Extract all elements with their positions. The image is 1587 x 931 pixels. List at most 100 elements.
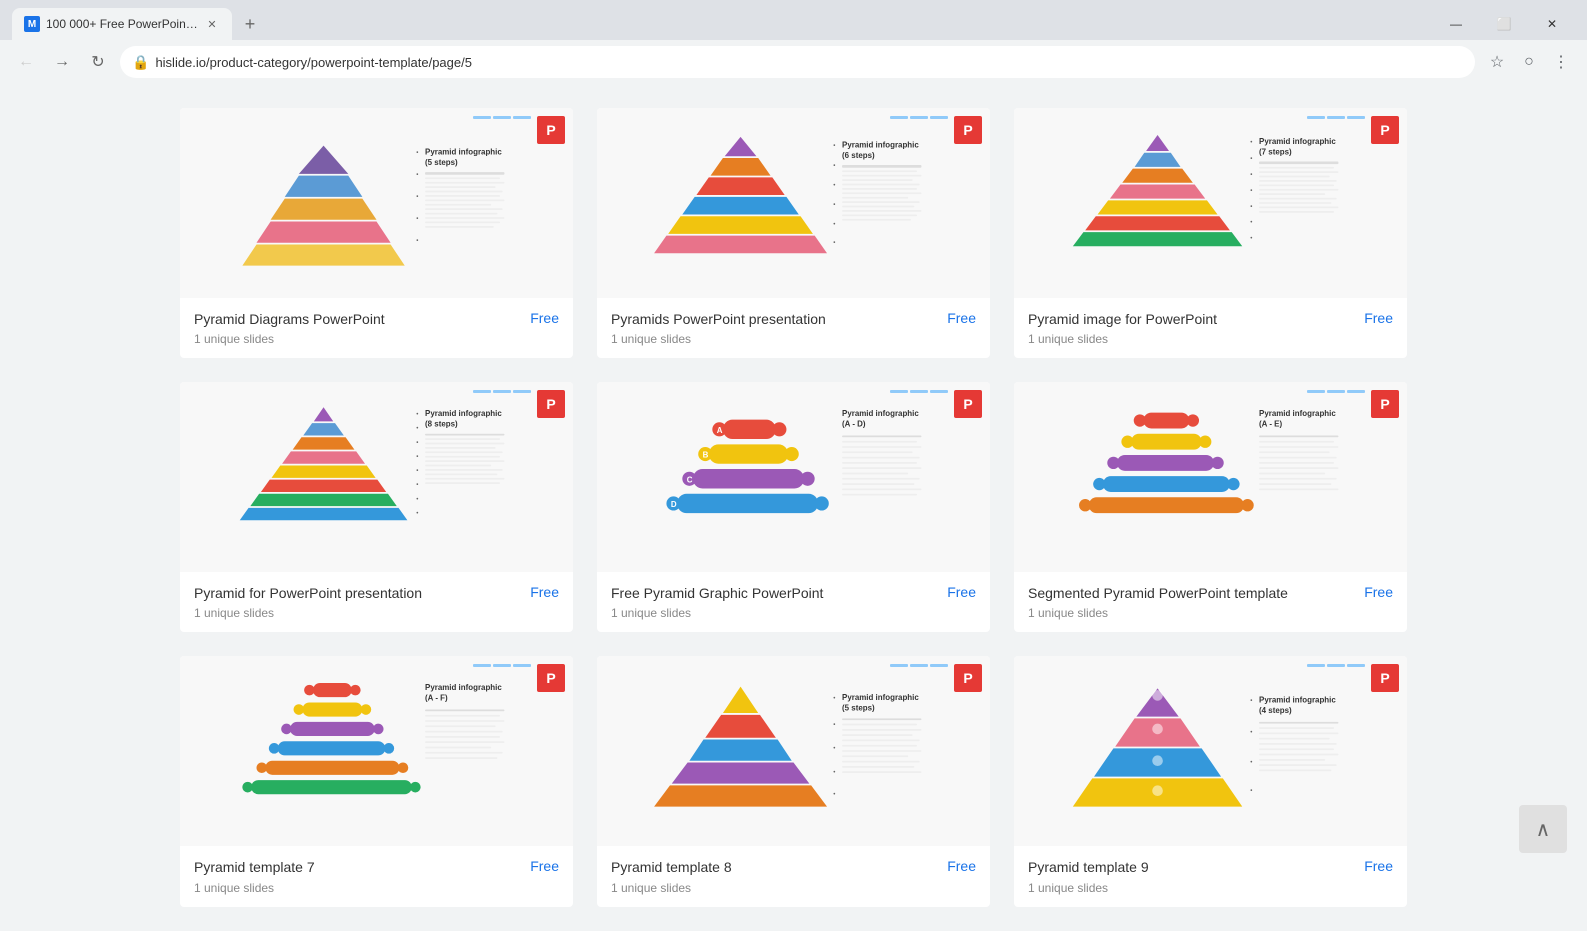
- product-card-2[interactable]: P • • • • • • Pyramid infographic (6 ste…: [597, 108, 990, 358]
- svg-text:•: •: [833, 745, 835, 752]
- reload-button[interactable]: ↻: [84, 48, 112, 76]
- scroll-to-top-button[interactable]: ∧: [1519, 805, 1567, 853]
- svg-text:•: •: [1250, 698, 1252, 705]
- product-grid: P • • • • •: [180, 108, 1407, 907]
- slide-indicator: [473, 116, 531, 119]
- svg-text:•: •: [833, 202, 835, 209]
- card-free-label: Free: [1364, 310, 1393, 326]
- card-info: Pyramid for PowerPoint presentation Free…: [180, 572, 573, 632]
- card-slides: 1 unique slides: [611, 881, 976, 895]
- svg-text:•: •: [416, 496, 418, 503]
- svg-text:(A - F): (A - F): [425, 694, 448, 703]
- card-info: Pyramids PowerPoint presentation Free 1 …: [597, 298, 990, 358]
- svg-text:C: C: [687, 475, 693, 484]
- card-title-row: Pyramid Diagrams PowerPoint Free: [194, 310, 559, 328]
- slide-preview: • • • • • Pyramid infographic (5 steps): [180, 108, 573, 298]
- new-tab-button[interactable]: +: [236, 10, 264, 38]
- svg-text:(8 steps): (8 steps): [425, 420, 458, 429]
- url-text: hislide.io/product-category/powerpoint-t…: [155, 55, 472, 70]
- card-info: Pyramid image for PowerPoint Free 1 uniq…: [1014, 298, 1407, 358]
- svg-text:•: •: [833, 221, 835, 228]
- slide-indicator: [1307, 390, 1365, 393]
- svg-text:•: •: [833, 142, 835, 149]
- ppt-badge: P: [1371, 116, 1399, 144]
- svg-text:•: •: [416, 482, 418, 489]
- card-slides: 1 unique slides: [194, 332, 559, 346]
- product-card-3[interactable]: P • • • • • • • Pyramid infographic (7 s…: [1014, 108, 1407, 358]
- svg-text:•: •: [1250, 235, 1252, 242]
- svg-text:•: •: [1250, 187, 1252, 194]
- card-free-label: Free: [530, 584, 559, 600]
- card-info: Segmented Pyramid PowerPoint template Fr…: [1014, 572, 1407, 632]
- card-thumbnail: P • • • • •: [180, 108, 573, 298]
- card-title: Pyramid for PowerPoint presentation: [194, 584, 422, 602]
- card-slides: 1 unique slides: [1028, 606, 1393, 620]
- svg-text:•: •: [1250, 139, 1252, 146]
- menu-button[interactable]: ⋮: [1547, 48, 1575, 76]
- card-info: Pyramid template 8 Free 1 unique slides: [597, 846, 990, 906]
- minimize-button[interactable]: —: [1433, 8, 1479, 40]
- ppt-badge: P: [537, 664, 565, 692]
- svg-text:•: •: [1250, 156, 1252, 163]
- window-controls: — ⬜ ✕: [1433, 8, 1575, 40]
- card-title-row: Pyramid template 8 Free: [611, 858, 976, 876]
- tab-close-button[interactable]: ✕: [204, 16, 220, 32]
- slide-preview: Pyramid infographic (A - F): [180, 656, 573, 846]
- browser-chrome: M 100 000+ Free PowerPoint Temp... ✕ + —…: [0, 0, 1587, 84]
- address-bar[interactable]: 🔒 hislide.io/product-category/powerpoint…: [120, 46, 1475, 78]
- bookmark-button[interactable]: ☆: [1483, 48, 1511, 76]
- slide-preview: • • • • • • • Pyramid infographic (7 ste…: [1014, 108, 1407, 298]
- slide-indicator: [890, 664, 948, 667]
- card-slides: 1 unique slides: [611, 332, 976, 346]
- svg-text:•: •: [416, 468, 418, 475]
- card-thumbnail: P • • • • • • Pyramid infographic (6 ste…: [597, 108, 990, 298]
- card-slides: 1 unique slides: [194, 881, 559, 895]
- svg-text:(A - D): (A - D): [842, 420, 866, 429]
- forward-button[interactable]: →: [48, 48, 76, 76]
- slide-preview: A B C D Pyramid infographic (A - D): [597, 382, 990, 572]
- toolbar-actions: ☆ ○ ⋮: [1483, 48, 1575, 76]
- card-title: Pyramid template 9: [1028, 858, 1149, 876]
- product-card-7[interactable]: P Pyram: [180, 656, 573, 906]
- svg-text:•: •: [1250, 219, 1252, 226]
- product-card-4[interactable]: P • • • • • • • • Pyramid infogra: [180, 382, 573, 632]
- ppt-badge: P: [1371, 664, 1399, 692]
- slide-indicator: [473, 664, 531, 667]
- product-card-1[interactable]: P • • • • •: [180, 108, 573, 358]
- svg-text:•: •: [833, 239, 835, 246]
- svg-text:Pyramid infographic: Pyramid infographic: [425, 683, 502, 692]
- svg-text:(6 steps): (6 steps): [842, 151, 875, 160]
- svg-text:B: B: [703, 451, 709, 460]
- close-button[interactable]: ✕: [1529, 8, 1575, 40]
- svg-text:A: A: [717, 426, 723, 435]
- svg-text:Pyramid infographic: Pyramid infographic: [842, 140, 919, 149]
- product-card-6[interactable]: P: [1014, 382, 1407, 632]
- slide-indicator: [890, 116, 948, 119]
- svg-text:Pyramid infographic: Pyramid infographic: [425, 147, 502, 156]
- slide-preview: • • • • • Pyramid infographic (5 steps): [597, 656, 990, 846]
- svg-text:•: •: [416, 216, 418, 223]
- svg-text:•: •: [416, 149, 418, 156]
- svg-text:Pyramid infographic: Pyramid infographic: [425, 409, 502, 418]
- browser-tab[interactable]: M 100 000+ Free PowerPoint Temp... ✕: [12, 8, 232, 40]
- slide-preview: Pyramid infographic (A - E): [1014, 382, 1407, 572]
- slide-indicator: [1307, 664, 1365, 667]
- card-title-row: Pyramid image for PowerPoint Free: [1028, 310, 1393, 328]
- svg-text:•: •: [1250, 172, 1252, 179]
- card-title: Pyramid Diagrams PowerPoint: [194, 310, 385, 328]
- product-card-8[interactable]: P • • • • • Pyramid infographic (5 steps…: [597, 656, 990, 906]
- slide-indicator: [890, 390, 948, 393]
- card-free-label: Free: [947, 310, 976, 326]
- card-thumbnail: P A B C D: [597, 382, 990, 572]
- product-card-5[interactable]: P A B C D: [597, 382, 990, 632]
- svg-text:Pyramid infographic: Pyramid infographic: [842, 409, 919, 418]
- profile-button[interactable]: ○: [1515, 48, 1543, 76]
- svg-text:•: •: [1250, 203, 1252, 210]
- back-button[interactable]: ←: [12, 48, 40, 76]
- maximize-button[interactable]: ⬜: [1481, 8, 1527, 40]
- product-card-9[interactable]: P • • • • Pyramid infographic (4 steps): [1014, 656, 1407, 906]
- svg-text:(5 steps): (5 steps): [425, 158, 458, 167]
- card-slides: 1 unique slides: [194, 606, 559, 620]
- card-info: Pyramid Diagrams PowerPoint Free 1 uniqu…: [180, 298, 573, 358]
- card-thumbnail: P • • • • • • • • Pyramid infogra: [180, 382, 573, 572]
